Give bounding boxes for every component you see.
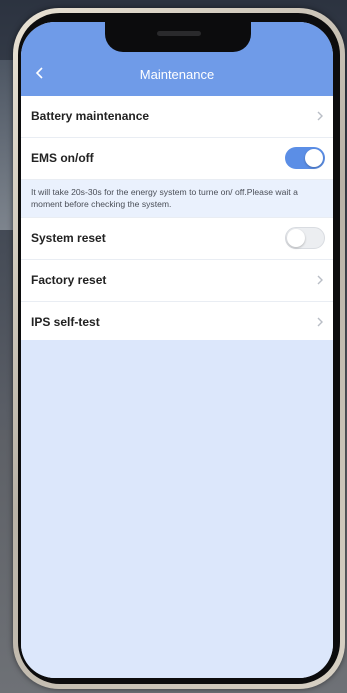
chevron-right-icon bbox=[315, 273, 325, 287]
chevron-right-icon bbox=[315, 315, 325, 329]
page-title: Maintenance bbox=[139, 67, 215, 82]
app-screen: Maintenance Battery maintenance EMS on/o… bbox=[21, 22, 333, 678]
ems-toggle-row: EMS on/off bbox=[21, 138, 333, 180]
system-reset-toggle[interactable] bbox=[285, 227, 325, 249]
phone-notch bbox=[105, 22, 251, 52]
factory-reset-row[interactable]: Factory reset bbox=[21, 260, 333, 302]
battery-maintenance-label: Battery maintenance bbox=[31, 109, 150, 123]
chevron-right-icon bbox=[315, 109, 325, 123]
battery-maintenance-row[interactable]: Battery maintenance bbox=[21, 96, 333, 138]
ems-info-note: It will take 20s-30s for the energy syst… bbox=[21, 180, 333, 218]
factory-reset-label: Factory reset bbox=[31, 273, 107, 287]
maintenance-list: Battery maintenance EMS on/off It will t… bbox=[21, 96, 333, 344]
toggle-knob bbox=[305, 149, 323, 167]
ips-self-test-label: IPS self-test bbox=[31, 315, 100, 329]
ems-label: EMS on/off bbox=[31, 151, 94, 165]
empty-area bbox=[21, 340, 333, 678]
speaker-grille bbox=[157, 31, 201, 36]
toggle-knob bbox=[287, 229, 305, 247]
ems-toggle[interactable] bbox=[285, 147, 325, 169]
system-reset-row: System reset bbox=[21, 218, 333, 260]
ips-self-test-row[interactable]: IPS self-test bbox=[21, 302, 333, 344]
system-reset-label: System reset bbox=[31, 231, 106, 245]
